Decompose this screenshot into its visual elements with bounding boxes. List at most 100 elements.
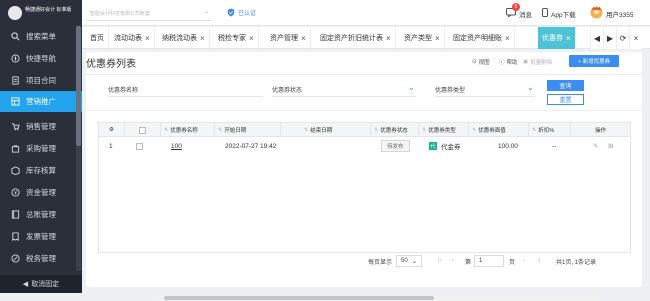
close-icon[interactable]: ×: [200, 34, 205, 43]
messages-button[interactable]: 5 消息: [506, 3, 532, 19]
company-select-placeholder: 智能会计科技有限公司账套: [90, 11, 151, 17]
tab-label: 固定资产明细账: [453, 35, 502, 42]
first-page-button[interactable]: |‹: [438, 254, 442, 268]
table-scrollbar-thumb[interactable]: [164, 296, 434, 300]
page-prefix: 第: [465, 259, 472, 266]
column-label: 优惠券面值: [478, 128, 506, 134]
row-checkbox[interactable]: [136, 142, 143, 150]
close-icon[interactable]: ×: [435, 34, 440, 43]
sidebar-item-label: 项目合同: [26, 76, 56, 85]
sidebar-item-tax[interactable]: 税务管理: [0, 248, 82, 269]
next-page-button[interactable]: ›: [523, 254, 525, 268]
coupon-name-input[interactable]: [108, 96, 263, 97]
svg-text:¥: ¥: [13, 190, 17, 196]
close-icon[interactable]: ×: [301, 34, 306, 43]
sidebar-item-marketing[interactable]: 营销推广: [0, 91, 82, 112]
batch-delete-button[interactable]: ▣ 批量删除: [523, 58, 552, 66]
sidebar-item-invoice[interactable]: 发票管理: [0, 226, 82, 247]
tab-close-all-button[interactable]: ×: [629, 27, 642, 49]
tab-nashui[interactable]: 纳税流动表 ×: [158, 27, 210, 49]
column-header-status[interactable]: ⇅ 优惠券状态: [371, 123, 419, 137]
help-label: 帮助: [506, 60, 518, 66]
new-coupon-button[interactable]: + 新增优惠券: [569, 55, 619, 67]
help-button[interactable]: ⓘ 帮助: [499, 58, 518, 66]
sidebar-item-ledger[interactable]: 总账管理: [0, 204, 82, 225]
tab-asset-detail-ledger[interactable]: 固定资产明细账 ×: [449, 27, 515, 49]
sidebar-scrollbar[interactable]: [76, 26, 81, 271]
tab-liudong[interactable]: 流动动表 ×: [110, 27, 155, 49]
sidebar-item-label: 库存核算: [26, 166, 56, 175]
close-icon[interactable]: ×: [505, 34, 510, 43]
triangle-right-icon: ▶: [606, 33, 614, 43]
sidebar-item-search-menu[interactable]: 搜索菜单: [0, 26, 82, 47]
table-horizontal-scrollbar[interactable]: [159, 296, 599, 301]
tab-tax-expert[interactable]: 税检专家 ×: [214, 27, 259, 49]
tab-label: 首页: [90, 35, 104, 42]
prev-page-button[interactable]: ‹: [452, 254, 454, 268]
column-header-discount[interactable]: ⇅ 折扣%: [529, 123, 571, 137]
view-label: 视图: [478, 60, 490, 66]
app-download-label: App下载: [551, 11, 576, 19]
sidebar-item-project-contract[interactable]: 项目合同: [0, 70, 82, 91]
sidebar-item-purchase[interactable]: 采购管理: [0, 138, 82, 159]
shield-icon: [227, 8, 235, 17]
column-settings-button[interactable]: ⚙: [99, 123, 125, 137]
tab-coupons[interactable]: 优惠券 ×: [538, 27, 576, 49]
tab-home[interactable]: 首页: [86, 27, 109, 49]
coupon-status-select[interactable]: [272, 96, 416, 97]
sidebar-item-sales[interactable]: 销售管理: [0, 116, 82, 137]
unpin-sidebar-button[interactable]: ◀ 取消固定: [0, 275, 82, 293]
view-button[interactable]: ⊙ 视图: [472, 58, 490, 66]
brand: 畅捷通好会计 标准版: [0, 0, 82, 26]
column-header-face-value[interactable]: ⇅ 优惠券面值: [469, 123, 529, 137]
sidebar-item-quick-nav[interactable]: 快捷导航: [0, 48, 82, 69]
tab-label: 资产类型: [404, 35, 432, 42]
chevron-down-icon[interactable]: ⌄: [408, 83, 415, 92]
sidebar-item-label: 营销推广: [26, 97, 56, 106]
tab-prev-button[interactable]: ◀: [590, 27, 603, 49]
brand-logo: [8, 6, 22, 20]
close-icon[interactable]: ×: [386, 34, 391, 43]
tab-depreciation-stats[interactable]: 固定资产折旧统计表 ×: [316, 27, 396, 49]
batch-delete-label: 批量删除: [530, 60, 553, 66]
close-icon[interactable]: ×: [145, 34, 150, 43]
close-icon[interactable]: ×: [566, 34, 571, 43]
edit-icon: ✎: [593, 143, 599, 150]
app-download-button[interactable]: App下载: [542, 8, 576, 19]
verified-status[interactable]: 已认证: [227, 8, 256, 17]
tab-asset-types[interactable]: 资产类型 ×: [400, 27, 445, 49]
column-header-end-date[interactable]: ⇅ 结束日期: [281, 123, 371, 137]
sidebar-item-inventory[interactable]: 库存核算: [0, 160, 82, 181]
prev-page-icon: ‹: [452, 258, 454, 264]
chevron-down-icon[interactable]: ⌄: [527, 83, 534, 92]
close-icon[interactable]: ×: [249, 34, 254, 43]
column-header-name[interactable]: ⇅ 优惠券名称: [161, 123, 215, 137]
user-menu[interactable]: 用户3355: [590, 6, 633, 21]
per-page-select[interactable]: 50 ⌄: [396, 254, 422, 268]
sidebar-item-funds[interactable]: ¥ 资金管理: [0, 182, 82, 203]
bag-icon: [10, 144, 20, 154]
tab-next-button[interactable]: ▶: [603, 27, 616, 49]
coupon-type-select[interactable]: [435, 96, 535, 97]
page-suffix: 页: [509, 259, 516, 266]
select-all-checkbox[interactable]: [139, 126, 146, 134]
start-date-cell: 2022-07-27 19:42: [225, 142, 277, 150]
coupon-name-link[interactable]: 100: [171, 140, 182, 152]
face-value-cell: 100.00: [498, 142, 518, 150]
column-header-type[interactable]: ⇅ 优惠券类型: [419, 123, 469, 137]
query-button[interactable]: 查询: [547, 80, 584, 91]
last-page-button[interactable]: ›|: [537, 254, 541, 268]
more-button[interactable]: ⊞: [608, 140, 613, 152]
ledger-icon: [10, 210, 20, 220]
tab-asset-management[interactable]: 资产管理 ×: [266, 27, 311, 49]
company-select[interactable]: 智能会计科技有限公司账套 ⌄: [86, 7, 211, 21]
reset-button[interactable]: 重置: [547, 94, 584, 105]
tab-refresh-button[interactable]: ⟳: [616, 27, 629, 49]
edit-button[interactable]: ✎: [593, 140, 598, 152]
sidebar-item-label: 销售管理: [26, 122, 56, 131]
document-icon: [10, 76, 20, 86]
messages-badge: 5: [512, 3, 520, 11]
sidebar-scrollbar-thumb[interactable]: [76, 26, 81, 146]
page-input[interactable]: 1: [474, 254, 504, 268]
column-header-start-date[interactable]: ⇅ 开始日期: [215, 123, 281, 137]
